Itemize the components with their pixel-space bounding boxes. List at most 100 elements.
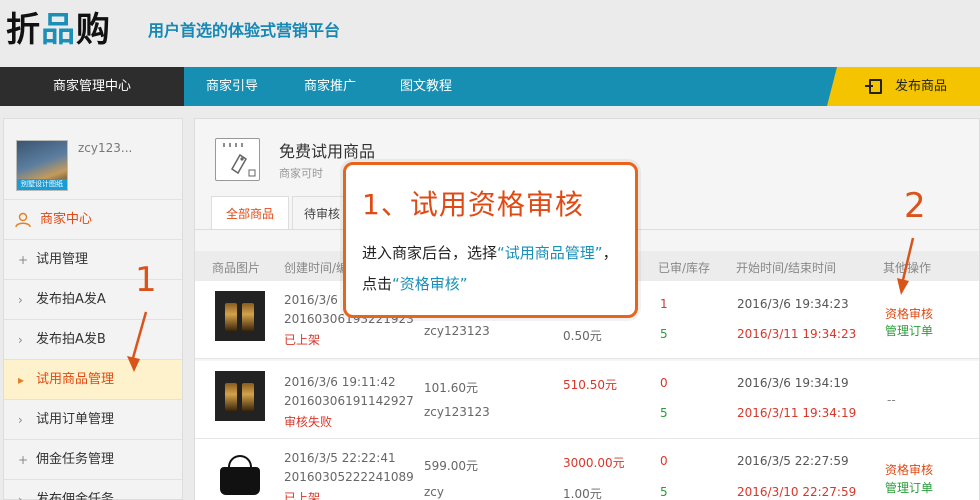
panel-title: 免费试用商品 [279,142,376,161]
status-badge: 已上架 [284,491,321,500]
reviewed-count: 0 [660,376,668,390]
sidebar-item-label: 发布拍A发A [36,292,106,307]
stock-count: 5 [660,327,668,341]
publish-product-button[interactable]: 发布商品 [827,67,980,106]
total-value: 3000.00元 [563,456,625,470]
jar-shape [225,303,237,331]
callout-highlight-2: “资格审核” [392,275,468,293]
seller-name: zcy123123 [424,405,490,419]
status-badge: 审核失败 [284,415,333,429]
username[interactable]: zcy123... [78,141,132,155]
reviewed-count: 1 [660,297,668,311]
col-created: 创建时间/编 [284,261,349,275]
chevron-right-icon: › [18,493,23,500]
sidebar-item-publish-ab[interactable]: › 发布拍A发B [4,319,182,359]
end-time: 2016/3/11 19:34:23 [737,327,857,341]
sidebar: 别墅设计图纸 zcy123... 商家中心 + 试用管理 › 发布拍A发A › … [3,118,183,500]
nav-item-merchant-guide[interactable]: 商家引导 [184,67,280,106]
sidebar-item-trial-orders[interactable]: › 试用订单管理 [4,399,182,439]
start-time: 2016/3/6 19:34:19 [737,376,849,390]
sidebar-merchant-center[interactable]: 商家中心 [4,199,182,239]
publish-slant [827,67,837,106]
stock-count: 5 [660,485,668,499]
reviewed-count: 0 [660,454,668,468]
end-time: 2016/3/11 19:34:19 [737,406,857,420]
col-ops: 其他操作 [883,261,932,275]
product-id: 20160305222241089 [284,470,414,484]
publish-icon [865,79,882,94]
step-number-2: 2 [904,186,926,226]
created-date: 2016/3/6 [284,293,338,307]
nav-item-merchant-promo[interactable]: 商家推广 [282,67,378,106]
product-thumbnail[interactable] [215,449,265,499]
bag-body-shape [220,467,260,495]
chevron-right-icon: › [18,333,23,347]
sidebar-item-label: 发布拍A发B [36,332,106,347]
chevron-right-icon: › [18,293,23,307]
site-logo[interactable]: 折品购 [6,6,111,54]
avatar-caption: 别墅设计图纸 [17,179,67,190]
tutorial-callout: 1、试用资格审核 进入商家后台，选择“试用商品管理”，点击“资格审核” [343,162,638,318]
callout-highlight-1: “试用商品管理” [497,244,603,262]
plus-icon: + [18,253,29,267]
manage-orders-link[interactable]: 管理订单 [885,479,933,496]
jar-shape [242,303,254,331]
sidebar-item-label: 佣金任务管理 [36,452,115,467]
seller-name: zcy123123 [424,324,490,338]
col-done-stock: 已审/库存 [658,261,711,275]
status-badge: 已上架 [284,333,321,347]
sidebar-item-commission-management[interactable]: + 佣金任务管理 [4,439,182,479]
callout-title: 1、试用资格审核 [362,188,584,221]
start-time: 2016/3/6 19:34:23 [737,297,849,311]
product-price: 599.00元 [424,459,478,473]
sidebar-item-label: 试用订单管理 [36,412,115,427]
end-time: 2016/3/10 22:27:59 [737,485,857,499]
jar-shape [242,383,254,411]
start-time: 2016/3/5 22:27:59 [737,454,849,468]
user-icon [15,212,31,228]
sidebar-item-label: 试用管理 [36,252,89,267]
qualification-review-link[interactable]: 资格审核 [885,305,933,322]
table-row: 2016/3/6 19:11:42 20160306191142927 审核失败… [195,361,979,439]
publish-label: 发布商品 [895,79,948,94]
tag-glyph-icon [223,143,256,177]
sidebar-item-label: 试用商品管理 [36,372,115,387]
total-value: 510.50元 [563,378,617,392]
sidebar-merchant-center-label: 商家中心 [40,212,93,227]
created-date: 2016/3/6 19:11:42 [284,375,396,389]
plus-icon: + [18,453,29,467]
main-nav: 商家管理中心 商家引导 商家推广 图文教程 发布商品 [0,67,980,106]
step-number-1: 1 [135,260,157,300]
product-thumbnail[interactable] [215,371,265,421]
nav-item-tutorials[interactable]: 图文教程 [378,67,474,106]
logo-char-1: 折 [6,10,41,50]
page-root: 折品购 用户首选的体验式营销平台 商家管理中心 商家引导 商家推广 图文教程 发… [0,0,980,500]
header: 折品购 用户首选的体验式营销平台 [0,0,980,67]
product-tag-icon [215,138,260,181]
nav-item-merchant-center[interactable]: 商家管理中心 [0,67,184,106]
sidebar-item-label: 发布佣金任务 [36,492,115,500]
qualification-review-link[interactable]: 资格审核 [885,461,933,478]
logo-char-2: 品 [41,10,76,50]
jar-shape [225,383,237,411]
sidebar-item-trial-products[interactable]: ▸ 试用商品管理 [4,359,182,399]
sidebar-item-publish-commission[interactable]: › 发布佣金任务 [4,479,182,500]
tab-all-products[interactable]: 全部商品 [211,196,289,230]
product-thumbnail[interactable] [215,291,265,341]
seller-name: zcy [424,485,444,499]
col-image: 商品图片 [212,261,261,275]
product-id: 20160306191142927 [284,394,414,408]
avatar[interactable]: 别墅设计图纸 [16,140,68,191]
chevron-right-icon: › [18,413,23,427]
unit-price: 1.00元 [563,487,602,500]
site-slogan: 用户首选的体验式营销平台 [148,21,341,40]
no-action-dash: -- [887,393,896,407]
manage-orders-link[interactable]: 管理订单 [885,322,933,339]
panel-subtitle: 商家可时 [279,167,323,180]
callout-text-1: 进入商家后台，选择 [362,244,498,262]
product-price: 101.60元 [424,381,478,395]
col-time: 开始时间/结束时间 [736,261,837,275]
table-row: 2016/3/5 22:22:41 20160305222241089 已上架 … [195,439,979,500]
stock-count: 5 [660,406,668,420]
logo-char-3: 购 [76,10,111,50]
